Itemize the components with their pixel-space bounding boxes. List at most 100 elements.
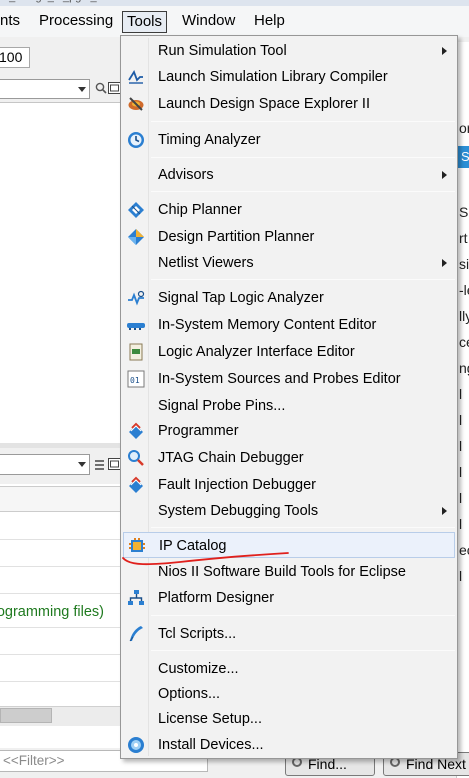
menu-item-timing-analyzer[interactable]: Timing Analyzer: [123, 127, 455, 153]
menu-item-fault-injection-debugger[interactable]: Fault Injection Debugger: [123, 472, 455, 498]
menu-item-run-simulation-tool[interactable]: Run Simulation Tool: [123, 38, 455, 64]
menu-help[interactable]: Help: [250, 11, 289, 33]
menu-separator: [151, 121, 455, 122]
menu-item-platform-designer[interactable]: Platform Designer: [123, 585, 455, 611]
tools-menu: Run Simulation Tool Launch Simulation Li…: [120, 35, 458, 759]
menu-separator: [151, 650, 455, 651]
menu-assignments[interactable]: nts: [0, 11, 24, 33]
table-row: [0, 566, 122, 567]
right-panel-tab[interactable]: S: [458, 146, 469, 168]
menu-item-label: In-System Sources and Probes Editor: [158, 371, 401, 387]
search-icon[interactable]: [95, 82, 107, 94]
submenu-arrow-icon: [442, 507, 447, 515]
fault-injection-debugger-icon: [129, 476, 143, 493]
menu-item-label: Logic Analyzer Interface Editor: [158, 344, 355, 360]
design-space-explorer-icon: [128, 97, 144, 111]
menu-item-install-devices[interactable]: Install Devices...: [123, 732, 455, 758]
chevron-down-icon: [78, 87, 86, 92]
menu-item-customize[interactable]: Customize...: [123, 656, 455, 682]
programmer-icon: [129, 422, 143, 439]
tasks-column-header: [0, 486, 122, 512]
menu-item-tcl-scripts[interactable]: Tcl Scripts...: [123, 621, 455, 647]
install-devices-icon: [128, 737, 144, 753]
jtag-chain-debugger-icon: [128, 450, 144, 466]
right-panel-text: ec: [459, 542, 469, 558]
right-panel-text: si: [459, 256, 469, 272]
right-panel-text: l: [459, 412, 463, 428]
menu-item-chip-planner[interactable]: Chip Planner: [123, 197, 455, 223]
table-row: [0, 654, 122, 655]
navigator-dropdown[interactable]: [0, 79, 90, 99]
menu-item-label: Design Partition Planner: [158, 229, 315, 245]
right-panel-text: rt: [459, 230, 468, 246]
menu-item-jtag-chain-debugger[interactable]: JTAG Chain Debugger: [123, 445, 455, 471]
tasks-toolbar: [0, 448, 122, 484]
menu-item-label: Nios II Software Build Tools for Eclipse: [158, 564, 406, 580]
menu-separator: [151, 157, 455, 158]
menu-item-netlist-viewers[interactable]: Netlist Viewers: [123, 250, 455, 276]
menu-item-logic-analyzer-interface-editor[interactable]: Logic Analyzer Interface Editor: [123, 339, 455, 365]
project-navigator-pane: [0, 73, 122, 443]
menu-item-label: Signal Tap Logic Analyzer: [158, 290, 324, 306]
menu-tools[interactable]: Tools: [122, 11, 168, 33]
sources-probes-icon: 01: [127, 370, 145, 388]
menu-item-signal-tap-logic-analyzer[interactable]: Signal Tap Logic Analyzer: [123, 285, 455, 311]
program-device-task[interactable]: rogramming files): [0, 604, 104, 620]
menu-item-label: IP Catalog: [159, 538, 227, 554]
flow-dropdown[interactable]: [0, 454, 90, 475]
menu-processing[interactable]: Processing: [35, 11, 117, 33]
menu-bar: nts Processing Tools Window Help: [0, 6, 469, 37]
menu-separator: [151, 191, 455, 192]
menu-item-signal-probe-pins[interactable]: Signal Probe Pins...: [123, 393, 455, 419]
menu-lines-icon[interactable]: [94, 459, 106, 471]
menu-separator: [151, 527, 455, 528]
submenu-arrow-icon: [442, 259, 447, 267]
menu-item-license-setup[interactable]: License Setup...: [123, 706, 455, 732]
timing-analyzer-icon: [128, 132, 144, 148]
menu-item-label: Chip Planner: [158, 202, 242, 218]
table-row: [0, 593, 122, 594]
scrollbar-thumb[interactable]: [0, 708, 52, 723]
menu-item-design-partition-planner[interactable]: Design Partition Planner: [123, 224, 455, 250]
table-row: [0, 627, 122, 628]
menu-item-label: Signal Probe Pins...: [158, 398, 286, 414]
menu-item-launch-simulation-library-compiler[interactable]: Launch Simulation Library Compiler: [123, 64, 455, 90]
menu-item-advisors[interactable]: Advisors: [123, 162, 455, 188]
svg-text:01: 01: [130, 376, 140, 385]
logic-analyzer-interface-icon: [129, 343, 143, 361]
right-panel-text: l: [459, 516, 463, 532]
signal-tap-icon: [128, 290, 145, 306]
tcl-scripts-icon: [129, 626, 143, 642]
right-panel-text: l: [459, 490, 463, 506]
menu-item-label: Options...: [158, 686, 221, 702]
menu-item-options[interactable]: Options...: [123, 681, 455, 707]
menu-item-system-debugging-tools[interactable]: System Debugging Tools: [123, 498, 455, 524]
menu-item-label: Netlist Viewers: [158, 255, 254, 271]
menu-item-in-system-memory-content-editor[interactable]: In-System Memory Content Editor: [123, 312, 455, 338]
zoom-combo[interactable]: 100: [0, 47, 30, 68]
menu-item-ip-catalog[interactable]: IP Catalog: [123, 532, 455, 558]
menu-item-programmer[interactable]: Programmer: [123, 418, 455, 444]
right-panel-text: ng: [459, 360, 469, 376]
menu-item-label: License Setup...: [158, 711, 262, 727]
ip-catalog-icon: [129, 538, 145, 552]
table-row: [0, 539, 122, 540]
menu-item-launch-design-space-explorer[interactable]: Launch Design Space Explorer II: [123, 91, 455, 117]
simulation-library-icon: [128, 69, 143, 84]
table-row: [0, 681, 122, 682]
menu-item-label: Install Devices...: [158, 737, 264, 753]
menu-item-label: In-System Memory Content Editor: [158, 317, 377, 333]
memory-content-editor-icon: [127, 323, 145, 330]
right-panel-text: S: [459, 204, 469, 220]
menu-item-label: Fault Injection Debugger: [158, 477, 316, 493]
right-panel-text: lly: [459, 308, 469, 324]
menu-item-nios-ii-software-build-tools[interactable]: Nios II Software Build Tools for Eclipse: [123, 559, 455, 585]
chevron-down-icon: [78, 462, 86, 467]
menu-window[interactable]: Window: [178, 11, 239, 33]
menu-item-label: Launch Simulation Library Compiler: [158, 69, 388, 85]
menu-item-in-system-sources-probes-editor[interactable]: 01 In-System Sources and Probes Editor: [123, 366, 455, 392]
menu-item-label: Run Simulation Tool: [158, 43, 287, 59]
right-panel-text: -le: [459, 282, 469, 298]
right-panel-text: l: [459, 386, 463, 402]
submenu-arrow-icon: [442, 47, 447, 55]
